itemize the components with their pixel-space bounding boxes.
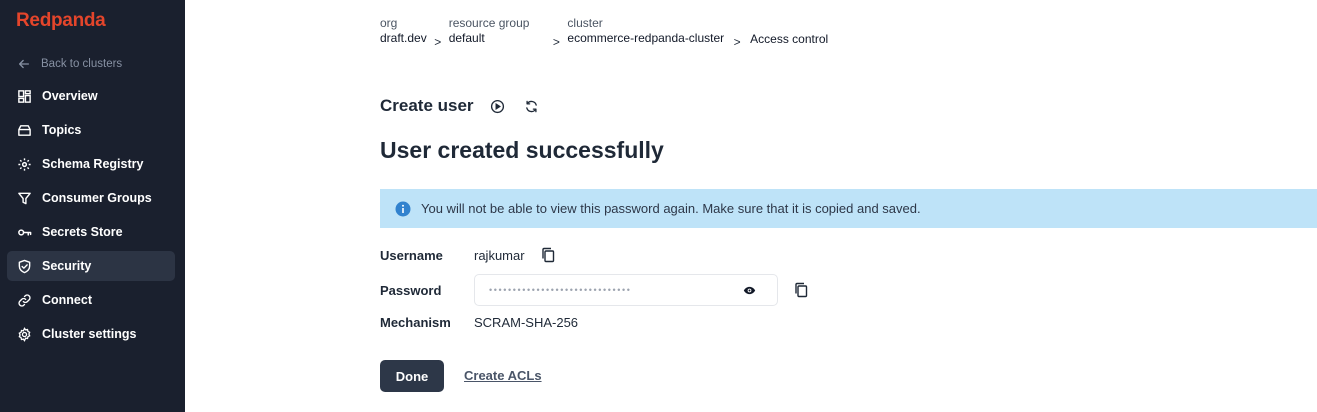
key-icon: [18, 228, 32, 236]
info-icon: [395, 201, 411, 216]
breadcrumb-rg-value[interactable]: default: [449, 31, 530, 46]
username-row: Username rajkumar: [380, 244, 559, 266]
arrow-left-icon: [18, 59, 30, 69]
refresh-icon: [526, 100, 537, 112]
password-masked-value: ••••••••••••••••••••••••••••••: [489, 285, 632, 295]
sidebar-item-cluster-settings[interactable]: Cluster settings: [7, 319, 175, 349]
breadcrumb-resource-group[interactable]: resource group default: [449, 16, 530, 46]
password-field[interactable]: ••••••••••••••••••••••••••••••: [474, 274, 778, 306]
sidebar-item-label: Overview: [42, 89, 98, 103]
sidebar-item-label: Connect: [42, 293, 92, 307]
breadcrumb-cluster-value[interactable]: ecommerce-redpanda-cluster: [567, 31, 724, 46]
sidebar-item-label: Schema Registry: [42, 157, 144, 171]
breadcrumb-org-value[interactable]: draft.dev: [380, 31, 427, 46]
breadcrumb-org[interactable]: org draft.dev: [380, 16, 427, 46]
sidebar-item-label: Security: [42, 259, 92, 273]
sidebar-item-connect[interactable]: Connect: [7, 285, 175, 315]
copy-username-button[interactable]: [537, 244, 559, 266]
sidebar-item-label: Consumer Groups: [42, 191, 152, 205]
sidebar-item-security[interactable]: Security: [7, 251, 175, 281]
info-alert: You will not be able to view this passwo…: [380, 189, 1317, 228]
breadcrumb-separator: >: [434, 35, 442, 49]
breadcrumb-rg-key: resource group: [448, 16, 530, 30]
copy-icon: [795, 282, 808, 298]
username-label: Username: [380, 247, 443, 263]
create-user-header: Create user: [380, 94, 544, 118]
copy-password-button[interactable]: [790, 279, 812, 301]
link-icon: [18, 293, 31, 307]
play-tour-button[interactable]: [486, 94, 510, 118]
done-button[interactable]: Done: [380, 360, 444, 392]
password-label: Password: [380, 282, 442, 298]
sidebar-item-label: Cluster settings: [42, 327, 137, 341]
breadcrumb-current: Access control: [750, 32, 828, 47]
sidebar-item-topics[interactable]: Topics: [7, 115, 175, 145]
alert-text: You will not be able to view this passwo…: [421, 201, 921, 216]
success-title: User created successfully: [380, 137, 664, 163]
breadcrumb-current-label: Access control: [750, 32, 829, 46]
back-to-clusters-label: Back to clusters: [41, 58, 123, 70]
shield-icon: [18, 259, 31, 273]
sidebar-item-label: Topics: [42, 123, 82, 137]
show-password-button[interactable]: [741, 282, 757, 298]
refresh-button[interactable]: [520, 94, 544, 118]
password-row: Password ••••••••••••••••••••••••••••••: [380, 274, 812, 306]
sidebar-item-consumer-groups[interactable]: Consumer Groups: [7, 183, 175, 213]
sidebar-item-overview[interactable]: Overview: [7, 81, 175, 111]
sidebar-item-secrets-store[interactable]: Secrets Store: [7, 217, 175, 247]
main-content: org draft.dev > resource group default >…: [185, 0, 1317, 412]
mechanism-row: Mechanism SCRAM-SHA-256: [380, 315, 578, 330]
filter-icon: [18, 192, 31, 204]
gear-icon: [18, 326, 31, 342]
create-acls-link[interactable]: Create ACLs: [464, 368, 542, 383]
breadcrumb-cluster-key: cluster: [567, 16, 603, 30]
breadcrumb-org-key: org: [380, 16, 398, 30]
breadcrumb: org draft.dev > resource group default >…: [380, 16, 828, 49]
breadcrumb-separator: >: [733, 35, 741, 49]
sidebar: Redpanda Back to clusters Overview Topic…: [0, 0, 185, 412]
app-logo[interactable]: Redpanda: [16, 10, 106, 32]
copy-icon: [541, 247, 554, 263]
mechanism-label: Mechanism: [380, 315, 451, 330]
schema-icon: [18, 157, 31, 171]
breadcrumb-separator: >: [552, 35, 560, 49]
sidebar-item-label: Secrets Store: [42, 225, 123, 239]
grid-icon: [18, 89, 31, 103]
topics-icon: [18, 124, 31, 136]
section-title: Create user: [380, 96, 474, 115]
username-value: rajkumar: [474, 247, 525, 263]
back-to-clusters-link[interactable]: Back to clusters: [17, 57, 122, 71]
sidebar-item-schema-registry[interactable]: Schema Registry: [7, 149, 175, 179]
breadcrumb-cluster[interactable]: cluster ecommerce-redpanda-cluster: [567, 16, 724, 46]
eye-icon: [743, 286, 755, 294]
play-circle-icon: [490, 99, 505, 113]
mechanism-value: SCRAM-SHA-256: [474, 315, 579, 330]
sidebar-nav: Overview Topics Schema Registry Consumer…: [7, 81, 175, 353]
